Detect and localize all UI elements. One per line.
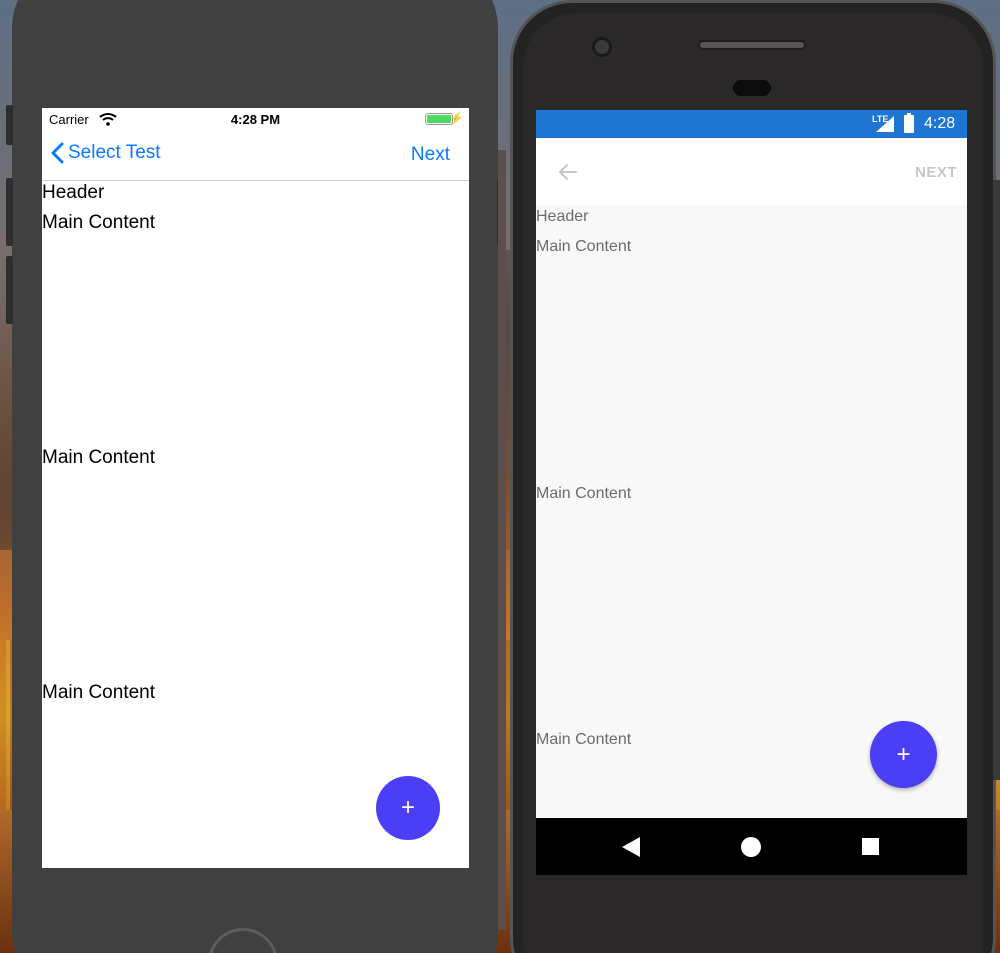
back-button[interactable]: Select Test: [51, 142, 161, 164]
next-button[interactable]: Next: [411, 144, 450, 166]
chevron-left-icon: [51, 142, 64, 164]
android-navigation-bar: [536, 818, 967, 875]
camera-icon: [592, 37, 612, 57]
plus-icon: +: [896, 740, 911, 768]
speaker-grille: [698, 40, 806, 50]
main-content-label: Main Content: [536, 238, 632, 255]
nav-back-icon[interactable]: [622, 837, 640, 857]
android-frame-edge: [498, 150, 506, 930]
android-toolbar: NEXT: [536, 138, 967, 205]
next-button[interactable]: NEXT: [915, 164, 957, 181]
plus-icon: +: [400, 794, 415, 821]
charging-icon: ⚡: [449, 111, 464, 125]
main-content-label: Main Content: [42, 212, 156, 233]
iphone-volume-up: [6, 178, 13, 246]
main-content-label: Main Content: [42, 682, 156, 703]
battery-icon: [904, 115, 914, 133]
main-content-label: Main Content: [42, 447, 156, 468]
add-fab-button[interactable]: +: [376, 776, 440, 840]
ios-status-bar: Carrier 4:28 PM ⚡: [42, 108, 469, 130]
add-fab-button[interactable]: +: [870, 721, 937, 788]
main-content-label: Main Content: [536, 485, 632, 502]
ios-screen: Carrier 4:28 PM ⚡ Select Test Next Heade…: [42, 108, 469, 868]
signal-icon: [876, 116, 894, 132]
header-label: Header: [42, 182, 105, 203]
status-time: 4:28 PM: [230, 112, 281, 127]
proximity-sensor: [733, 80, 771, 96]
nav-home-icon[interactable]: [741, 837, 761, 857]
main-content-label: Main Content: [536, 731, 632, 748]
status-time: 4:28: [924, 115, 956, 132]
arrow-left-icon[interactable]: [556, 160, 580, 184]
iphone-volume-down: [6, 256, 13, 324]
iphone-mute-switch: [6, 105, 13, 145]
ios-navigation-bar: Select Test Next: [42, 130, 469, 181]
android-status-bar: LTE 4:28: [536, 110, 967, 138]
android-screen: LTE 4:28 NEXT Header Main Content Main C…: [536, 110, 967, 875]
header-label: Header: [536, 208, 589, 225]
android-frame-edge: [993, 180, 1000, 780]
back-button-label: Select Test: [68, 142, 161, 163]
nav-recents-icon[interactable]: [862, 838, 879, 855]
